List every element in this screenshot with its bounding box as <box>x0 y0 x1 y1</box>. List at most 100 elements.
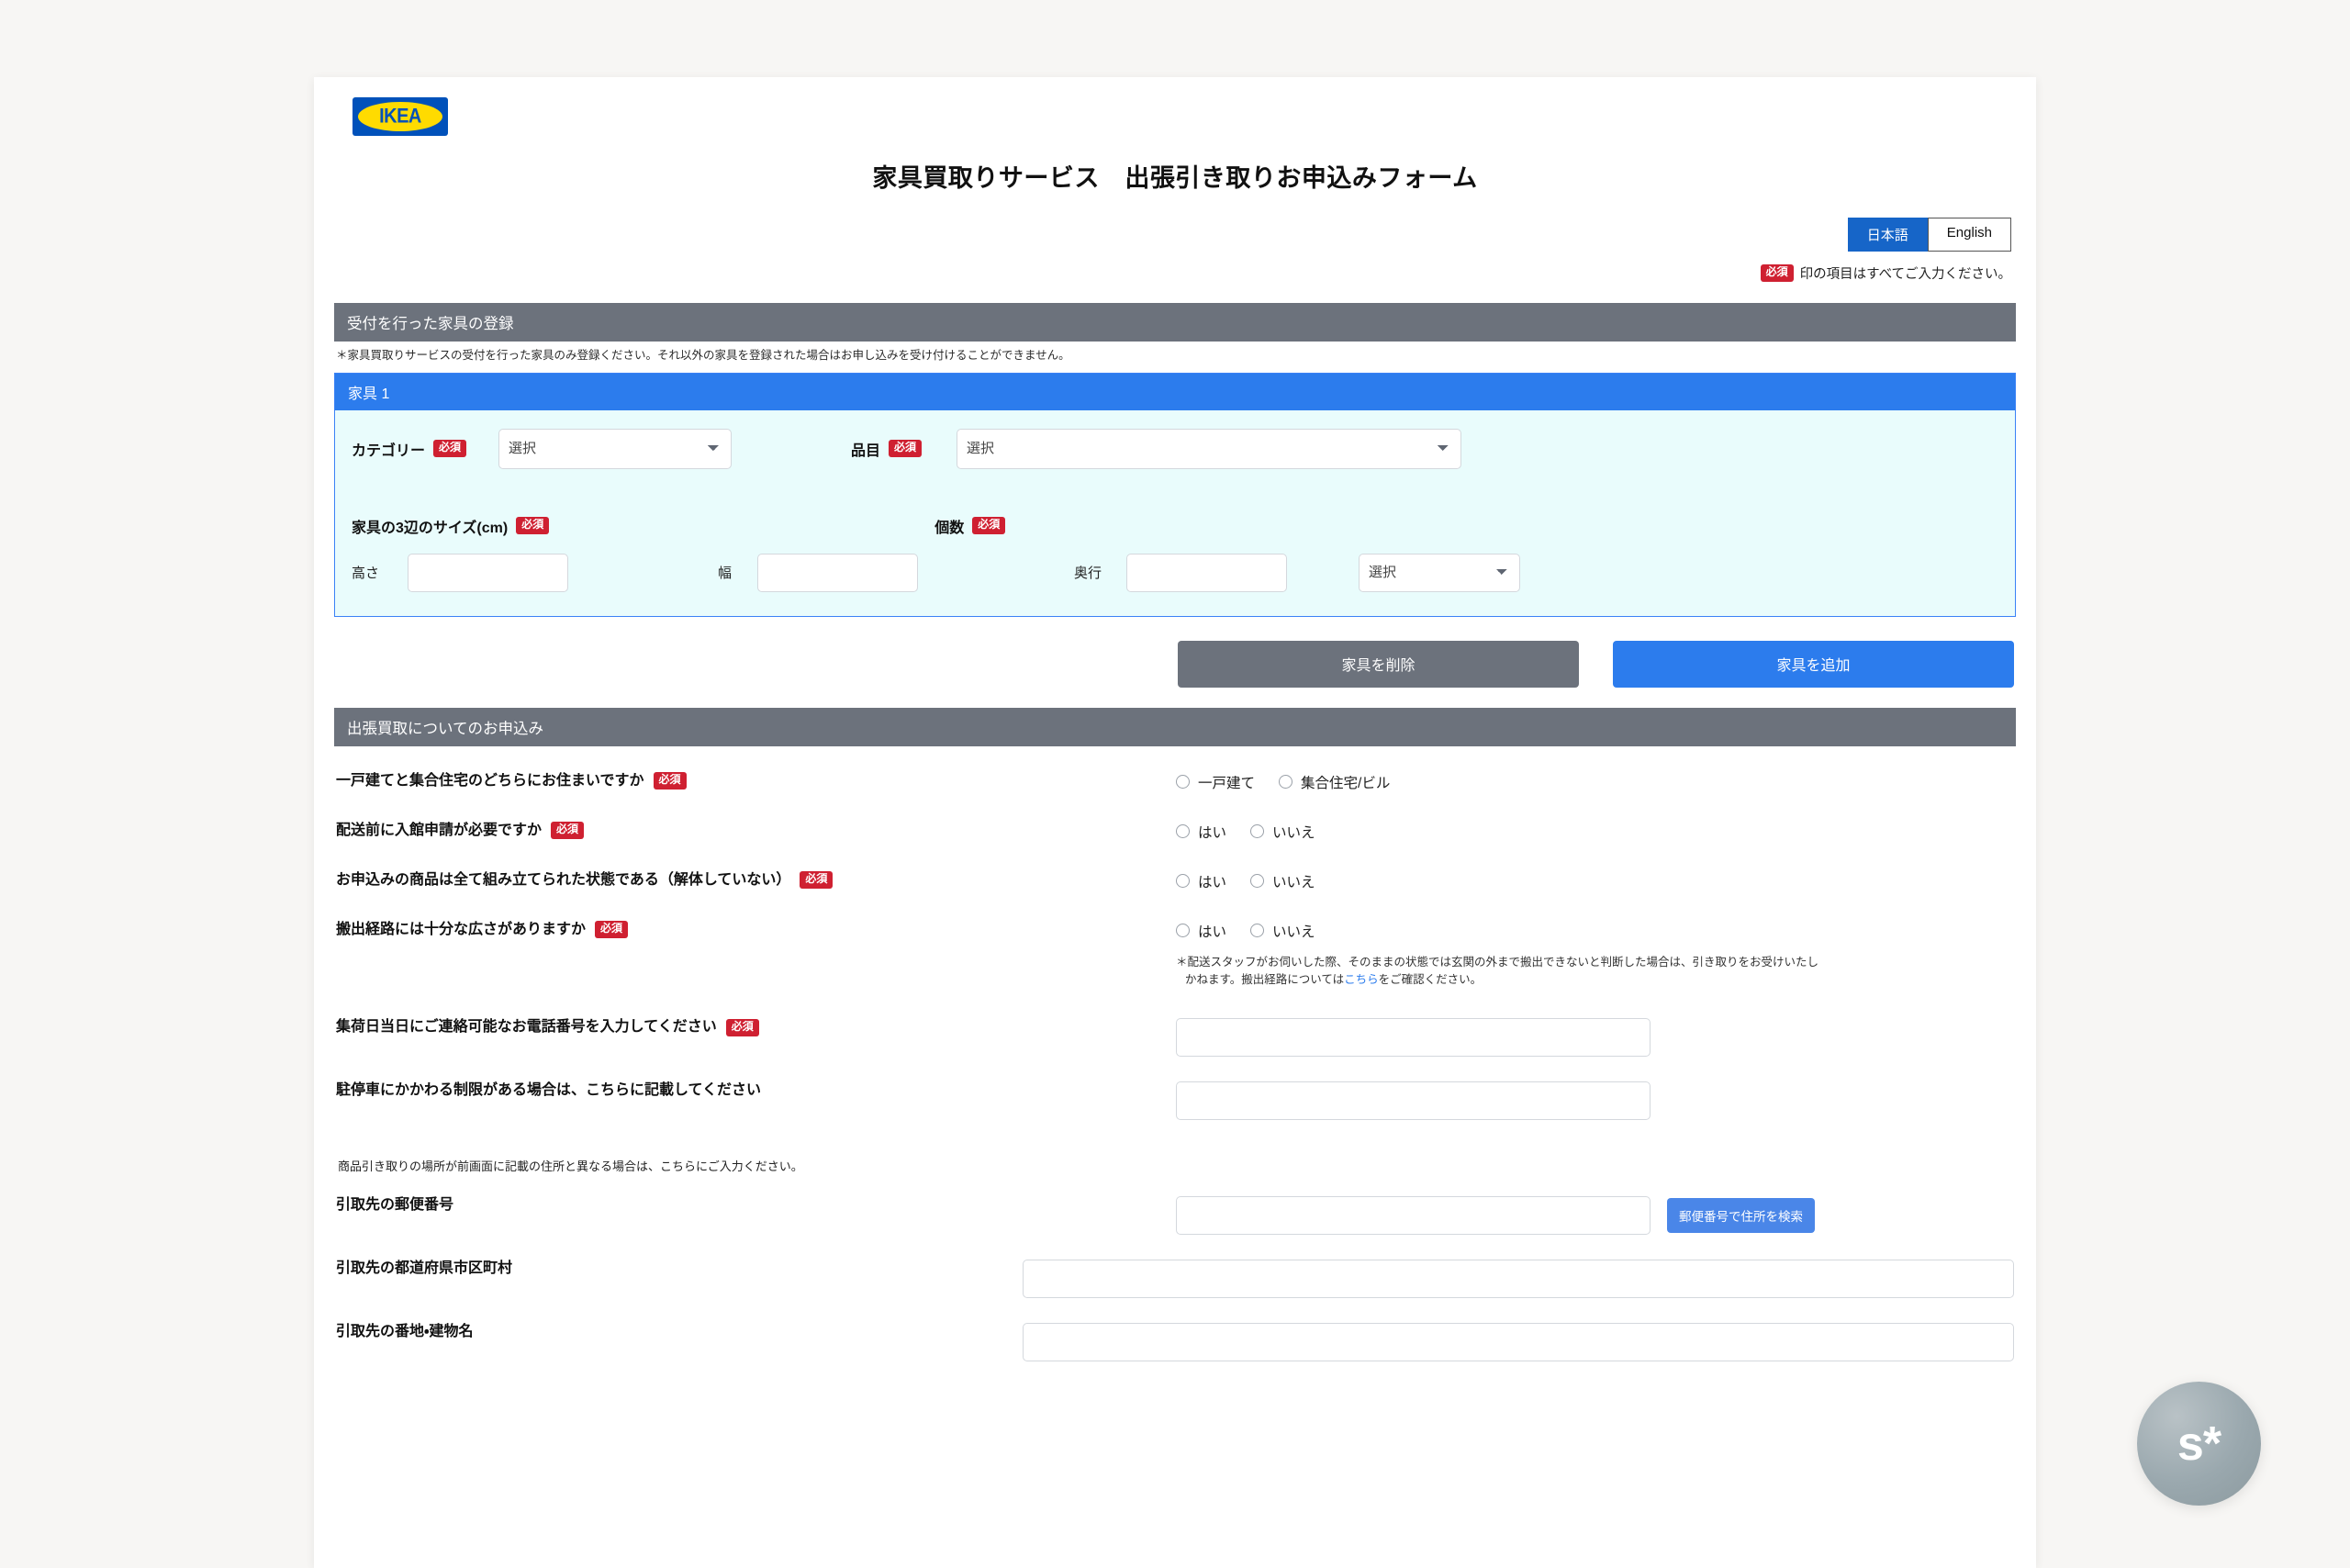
assembled-option-yes-label: はい <box>1198 871 1226 891</box>
entry-permit-option-yes-label: はい <box>1198 822 1226 842</box>
radio-circle-icon <box>1176 874 1190 888</box>
logo-container: IKEA <box>334 77 2016 136</box>
building-label: 引取先の番地・建物名 <box>336 1321 473 1343</box>
zip-line: 郵便番号で住所を検索 <box>1176 1196 2014 1235</box>
depth-input[interactable] <box>1126 554 1287 592</box>
entry-permit-required-badge: 必須 <box>551 822 584 839</box>
radio-circle-icon <box>1279 775 1292 789</box>
building-label-group: 引取先の番地・建物名 <box>336 1321 1023 1343</box>
route-guide-link[interactable]: こちら <box>1344 973 1379 986</box>
radio-circle-icon <box>1176 924 1190 937</box>
phone-input[interactable] <box>1176 1018 1651 1057</box>
form-window: IKEA 家具買取りサービス 出張引き取りお申込みフォーム 日本語 Englis… <box>314 77 2036 1568</box>
zip-control: 郵便番号で住所を検索 <box>1176 1194 2014 1235</box>
field-phone-number: 集荷日当日にご連絡可能なお電話番号を入力してください 必須 <box>336 1016 2014 1057</box>
assembled-radio-group: はい いいえ <box>1176 871 2014 891</box>
question-assembled: お申込みの商品は全て組み立てられた状態である（解体していない） 必須 はい いい… <box>336 869 2014 891</box>
section-header-furniture: 受付を行った家具の登録 <box>334 303 2016 342</box>
question-housing-type: 一戸建てと集合住宅のどちらにお住まいですか 必須 一戸建て 集合住宅/ビル <box>336 770 2014 792</box>
height-input[interactable] <box>408 554 568 592</box>
entry-permit-control: はい いいえ <box>1176 820 2014 842</box>
housing-type-option-apartment[interactable]: 集合住宅/ビル <box>1279 772 1390 792</box>
prefecture-input[interactable] <box>1023 1260 2014 1298</box>
parking-label-group: 駐停車にかかわる制限がある場合は、こちらに記載してください <box>336 1080 1176 1102</box>
zip-input[interactable] <box>1176 1196 1651 1235</box>
category-label-group: カテゴリー 必須 <box>352 438 498 460</box>
height-label: 高さ <box>352 563 396 582</box>
phone-control <box>1176 1016 2014 1057</box>
category-label: カテゴリー <box>352 438 425 460</box>
ikea-logo-oval: IKEA <box>358 102 442 131</box>
required-badge-icon: 必須 <box>1761 264 1794 282</box>
furniture-card-title: 家具 1 <box>335 374 2015 410</box>
housing-type-option-detached[interactable]: 一戸建て <box>1176 772 1255 792</box>
parking-input[interactable] <box>1176 1081 1651 1120</box>
route-width-required-badge: 必須 <box>595 921 628 938</box>
assembled-control: はい いいえ <box>1176 869 2014 891</box>
lang-english-button[interactable]: English <box>1928 218 2011 252</box>
assembled-label-group: お申込みの商品は全て組み立てられた状態である（解体していない） 必須 <box>336 869 1176 891</box>
entry-permit-option-no-label: いいえ <box>1272 822 1315 842</box>
route-width-hint-line2-pre: かねます。搬出経路については <box>1176 971 1344 989</box>
section-header-pickup: 出張買取についてのお申込み <box>334 708 2016 746</box>
furniture-category-row: カテゴリー 必須 選択 品目 必須 選択 <box>352 429 1998 469</box>
item-required-badge: 必須 <box>889 440 922 457</box>
phone-label-group: 集荷日当日にご連絡可能なお電話番号を入力してください 必須 <box>336 1016 1176 1038</box>
item-label: 品目 <box>851 438 880 460</box>
delete-furniture-button[interactable]: 家具を削除 <box>1178 641 1579 688</box>
zip-label-group: 引取先の郵便番号 <box>336 1194 1176 1216</box>
qty-required-badge: 必須 <box>972 517 1005 534</box>
quantity-select[interactable]: 選択 <box>1359 554 1520 592</box>
add-furniture-button[interactable]: 家具を追加 <box>1613 641 2014 688</box>
assembled-required-badge: 必須 <box>800 871 833 889</box>
prefecture-label: 引取先の都道府県市区町村 <box>336 1258 512 1280</box>
route-width-option-yes[interactable]: はい <box>1176 921 1226 941</box>
route-width-hint-line1: ＊配送スタッフがお伺いした際、そのままの状態では玄関の外まで搬出できないと判断し… <box>1176 956 1818 969</box>
housing-type-required-badge: 必須 <box>654 772 687 790</box>
radio-circle-icon <box>1176 824 1190 838</box>
floating-assistant-badge[interactable]: s* <box>2137 1382 2261 1506</box>
entry-permit-option-no[interactable]: いいえ <box>1250 822 1315 842</box>
required-legend-text: 印の項目はすべてご入力ください。 <box>1800 263 2011 283</box>
size-required-badge: 必須 <box>516 517 549 534</box>
entry-permit-label-group: 配送前に入館申請が必要ですか 必須 <box>336 820 1176 842</box>
radio-circle-icon <box>1250 824 1264 838</box>
route-width-option-no[interactable]: いいえ <box>1250 921 1315 941</box>
ikea-logo: IKEA <box>352 97 448 136</box>
assembled-option-no-label: いいえ <box>1272 871 1315 891</box>
qty-label-group: 個数 必須 <box>934 515 1005 537</box>
item-label-group: 品目 必須 <box>851 438 957 460</box>
assembled-label: お申込みの商品は全て組み立てられた状態である（解体していない） <box>336 869 790 891</box>
zip-search-button[interactable]: 郵便番号で住所を検索 <box>1667 1198 1815 1233</box>
question-entry-permit: 配送前に入館申請が必要ですか 必須 はい いいえ <box>336 820 2014 842</box>
field-prefecture-city: 引取先の都道府県市区町村 <box>336 1258 2014 1298</box>
entry-permit-radio-group: はい いいえ <box>1176 822 2014 842</box>
qty-label: 個数 <box>934 515 964 537</box>
item-select[interactable]: 選択 <box>957 429 1461 469</box>
lang-japanese-button[interactable]: 日本語 <box>1848 218 1928 252</box>
assembled-option-no[interactable]: いいえ <box>1250 871 1315 891</box>
housing-type-label: 一戸建てと集合住宅のどちらにお住まいですか <box>336 770 644 792</box>
question-route-width: 搬出経路には十分な広さがありますか 必須 はい いいえ <box>336 919 2014 990</box>
prefecture-control <box>1023 1258 2014 1298</box>
entry-permit-option-yes[interactable]: はい <box>1176 822 1226 842</box>
housing-type-radio-group: 一戸建て 集合住宅/ビル <box>1176 772 2014 792</box>
width-input[interactable] <box>757 554 918 592</box>
depth-group: 奥行 <box>1074 554 1287 592</box>
prefecture-label-group: 引取先の都道府県市区町村 <box>336 1258 1023 1280</box>
route-width-hint: ＊配送スタッフがお伺いした際、そのままの状態では玄関の外まで搬出できないと判断し… <box>1176 954 2007 990</box>
size-label-group: 家具の3辺のサイズ(cm) 必須 <box>352 515 549 537</box>
assembled-option-yes[interactable]: はい <box>1176 871 1226 891</box>
furniture-section-note: ＊家具買取りサービスの受付を行った家具のみ登録ください。それ以外の家具を登録され… <box>334 342 2016 364</box>
address-section-note: 商品引き取りの場所が前画面に記載の住所と異なる場合は、こちらにご入力ください。 <box>336 1157 2014 1174</box>
pickup-questions: 一戸建てと集合住宅のどちらにお住まいですか 必須 一戸建て 集合住宅/ビル <box>334 770 2016 1362</box>
category-select[interactable]: 選択 <box>498 429 732 469</box>
housing-type-option-detached-label: 一戸建て <box>1198 772 1255 792</box>
phone-required-badge: 必須 <box>726 1019 759 1036</box>
radio-circle-icon <box>1250 924 1264 937</box>
building-input[interactable] <box>1023 1323 2014 1361</box>
field-building-address: 引取先の番地・建物名 <box>336 1321 2014 1361</box>
entry-permit-label: 配送前に入館申請が必要ですか <box>336 820 542 842</box>
route-width-control: はい いいえ ＊配送スタッフがお伺いした際、そのままの状態では玄関の外まで搬出で… <box>1176 919 2014 990</box>
width-label: 幅 <box>718 563 745 582</box>
